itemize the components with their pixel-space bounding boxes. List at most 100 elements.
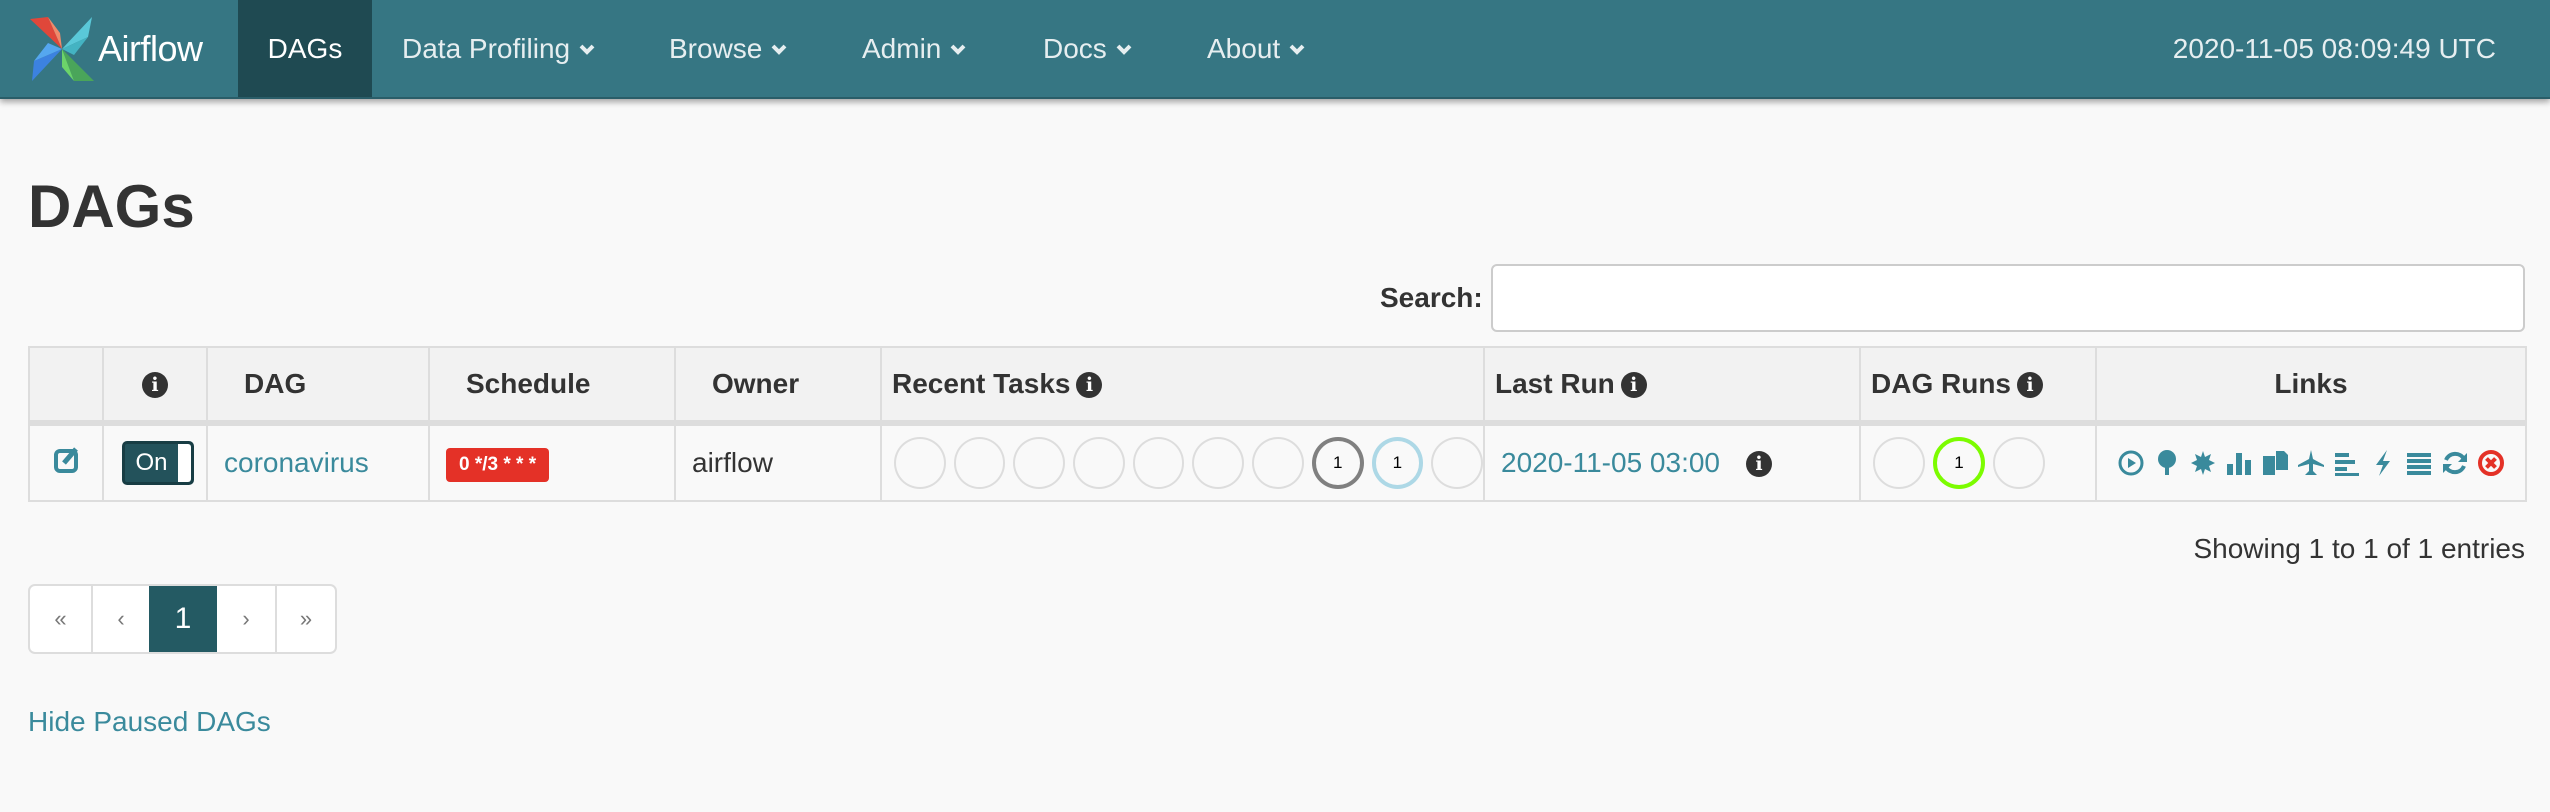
header-label: Recent Tasks [892,368,1071,399]
gantt-icon[interactable] [2332,448,2362,478]
nav-label: Browse [669,32,763,64]
tree-view-icon[interactable] [2152,448,2182,478]
nav-label: About [1207,32,1281,64]
delete-dag-icon[interactable] [2476,448,2506,478]
last-run-cell: 2020-11-05 03:00 i [1483,422,1861,502]
toggle-cell: On [102,422,208,502]
hide-paused-dags-link[interactable]: Hide Paused DAGs [28,706,271,738]
recent-tasks: 11 [892,437,1483,489]
task-state-skipped-circle[interactable] [1132,437,1185,489]
nav-dags[interactable]: DAGs [238,0,372,97]
page-title: DAGs [28,173,195,240]
dag-pause-toggle[interactable]: On [122,441,194,485]
next-page-button[interactable]: › [217,586,275,652]
info-icon[interactable]: i [2017,372,2043,398]
table-info: Showing 1 to 1 of 1 entries [2193,533,2525,564]
nav-label: Docs [1043,32,1107,64]
airflow-logo-icon [30,17,94,81]
chevron-down-icon [1116,44,1132,55]
nav-docs[interactable]: Docs [1013,0,1162,97]
last-page-button[interactable]: » [275,586,335,652]
task-state-running-circle[interactable] [953,437,1006,489]
header-last-run: Last Run i [1483,346,1861,426]
chevron-down-icon [950,44,966,55]
task-state-none-circle[interactable]: 1 [1371,437,1424,489]
task-state-success-circle[interactable] [894,437,946,489]
task-state-up-for-reschedule-circle[interactable] [1252,437,1304,489]
schedule-cell: 0 */3 * * * [428,422,676,502]
brand-name: Airflow [98,28,203,69]
nav-browse[interactable]: Browse [639,0,817,97]
toggle-knob [178,444,191,482]
chevron-down-icon [579,44,595,55]
nav-admin[interactable]: Admin [832,0,996,97]
trigger-dag-icon[interactable] [2116,448,2146,478]
task-duration-icon[interactable] [2224,448,2254,478]
dag-run-state-success-circle[interactable] [1873,437,1925,489]
header-label: Last Run [1495,368,1615,399]
info-icon[interactable]: i [142,372,168,398]
toggle-label: On [135,449,168,476]
nav-about[interactable]: About [1177,0,1335,97]
landing-times-icon[interactable] [2296,448,2326,478]
task-state-failed-circle[interactable] [1013,437,1066,489]
search-label: Search: [1380,282,1483,313]
header-label: DAG [244,368,307,399]
nav-label: Admin [862,32,942,64]
dag-run-state-failed-circle[interactable] [1993,437,2045,489]
header-schedule[interactable]: Schedule [428,346,676,426]
first-page-button[interactable]: « [30,586,91,652]
header-owner[interactable]: Owner [674,346,882,426]
task-state-queued-circle[interactable]: 1 [1311,437,1364,489]
header-label: Links [2274,368,2348,399]
dag-runs-cell: 1 [1859,422,2097,502]
pagination: « ‹ 1 › » [28,584,337,654]
navbar: Airflow DAGs Data Profiling Browse Admin… [0,0,2550,99]
info-icon[interactable]: i [1746,451,1772,477]
table-row: On coronavirus 0 */3 * * * airflow 11 20… [28,422,2527,502]
header-recent-tasks: Recent Tasks i [880,346,1485,426]
dag-runs: 1 [1871,437,2095,489]
dag-link[interactable]: coronavirus [218,447,369,478]
nav-label: Data Profiling [402,32,571,64]
chevron-down-icon [1289,44,1305,55]
edit-icon[interactable] [52,445,82,475]
task-state-scheduled-circle[interactable] [1431,437,1483,489]
previous-page-button[interactable]: ‹ [91,586,149,652]
header-dag[interactable]: DAG [206,346,430,426]
header-edit [28,346,104,426]
code-icon[interactable] [2368,448,2398,478]
owner: airflow [692,447,773,478]
dags-table: i DAG Schedule Owner Recent Tasks i Last … [28,346,2527,502]
owner-cell: airflow [674,422,882,502]
dag-run-state-running-circle[interactable]: 1 [1933,437,1985,489]
schedule-badge[interactable]: 0 */3 * * * [446,447,550,482]
links-cell [2095,422,2527,502]
last-run-link[interactable]: 2020-11-05 03:00 [1495,447,1720,478]
info-icon[interactable]: i [1620,372,1647,398]
server-clock: 2020-11-05 08:09:49 UTC [2172,32,2496,64]
dag-links [2107,448,2525,478]
refresh-icon[interactable] [2440,448,2470,478]
edit-cell [28,422,104,502]
recent-tasks-cell: 11 [880,422,1485,502]
task-tries-icon[interactable] [2260,448,2290,478]
logs-icon[interactable] [2404,448,2434,478]
table-header-row: i DAG Schedule Owner Recent Tasks i Last … [28,346,2527,426]
header-label: DAG Runs [1871,368,2011,399]
chevron-down-icon [771,44,787,55]
search-input[interactable] [1491,264,2525,332]
header-dag-runs: DAG Runs i [1859,346,2097,426]
nav-label: DAGs [267,32,343,64]
page-1-button[interactable]: 1 [149,586,217,652]
header-label: Schedule [466,368,591,399]
brand[interactable]: Airflow [26,12,203,86]
graph-view-icon[interactable] [2188,448,2218,478]
task-state-upstream-failed-circle[interactable] [1073,437,1125,489]
task-state-up-for-retry-circle[interactable] [1192,437,1245,489]
dag-cell: coronavirus [206,422,430,502]
nav-data-profiling[interactable]: Data Profiling [372,0,625,97]
header-label: Owner [712,368,800,399]
header-links: Links [2095,346,2527,426]
info-icon[interactable]: i [1076,372,1103,398]
